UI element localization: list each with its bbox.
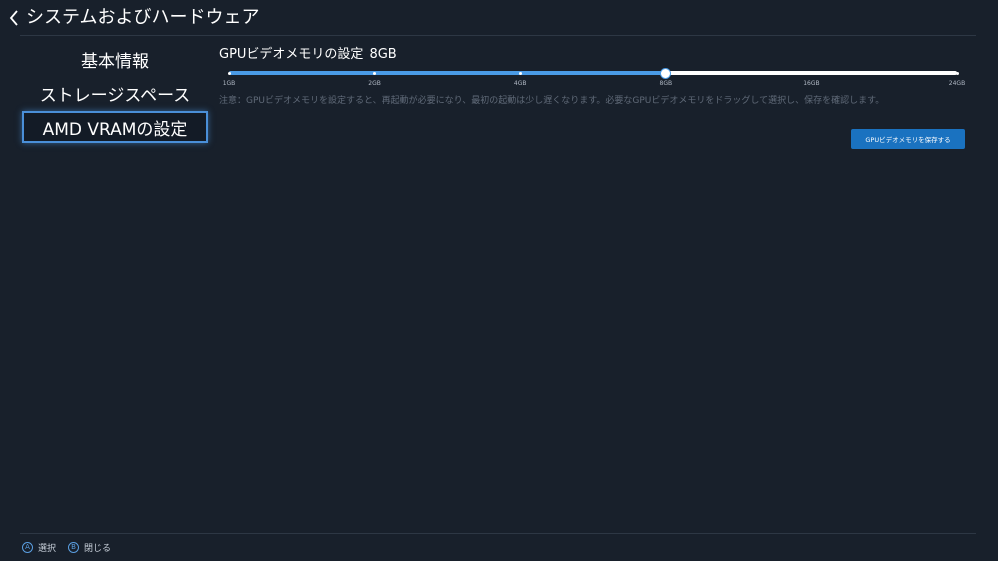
- footer-hints: A 選択 B 閉じる: [22, 540, 123, 554]
- header-divider: [20, 35, 976, 36]
- slider-tick-label: 8GB: [659, 80, 673, 87]
- slider-tick-label: 24GB: [948, 80, 966, 87]
- slider-tick-label: 1GB: [222, 80, 236, 87]
- vram-slider[interactable]: [227, 66, 959, 80]
- sidebar-item-vram-settings[interactable]: AMD VRAMの設定: [22, 111, 208, 143]
- slider-tick: [373, 71, 377, 75]
- page-title: システムおよびハードウェア: [26, 7, 260, 28]
- hint-select-label: 選択: [38, 543, 57, 554]
- vram-title-label: GPUビデオメモリの設定: [219, 47, 364, 62]
- save-vram-button[interactable]: GPUビデオメモリを保存する: [851, 129, 965, 149]
- header: システムおよびハードウェア: [0, 0, 998, 36]
- slider-tick-labels: 1GB 2GB 4GB 8GB 16GB 24GB: [223, 80, 966, 90]
- slider-thumb[interactable]: [659, 67, 671, 79]
- chevron-left-icon: [9, 10, 18, 26]
- slider-tick-label: 4GB: [513, 80, 527, 87]
- slider-fill: [229, 71, 666, 75]
- sidebar-item-basic-info[interactable]: 基本情報: [22, 43, 208, 75]
- back-button[interactable]: [4, 7, 24, 29]
- slider-tick: [518, 71, 522, 75]
- slider-tick: [955, 71, 959, 75]
- hint-select[interactable]: A 選択: [22, 541, 56, 554]
- vram-section-title: GPUビデオメモリの設定 8GB: [219, 46, 397, 64]
- hint-close[interactable]: B 閉じる: [68, 541, 111, 554]
- vram-current-value: 8GB: [369, 47, 397, 62]
- slider-tick-label: 16GB: [803, 80, 820, 87]
- footer-divider: [20, 533, 976, 534]
- slider-tick: [809, 71, 813, 75]
- slider-tick-label: 2GB: [368, 80, 381, 87]
- b-button-icon: B: [68, 541, 80, 553]
- a-button-icon: A: [22, 541, 33, 553]
- slider-tick: [227, 71, 231, 75]
- sidebar-item-storage[interactable]: ストレージスペース: [22, 77, 208, 109]
- vram-note: 注意：GPUビデオメモリを設定すると、再起動が必要になり、最初の起動は少し遅くな…: [219, 96, 885, 106]
- hint-close-label: 閉じる: [84, 543, 112, 554]
